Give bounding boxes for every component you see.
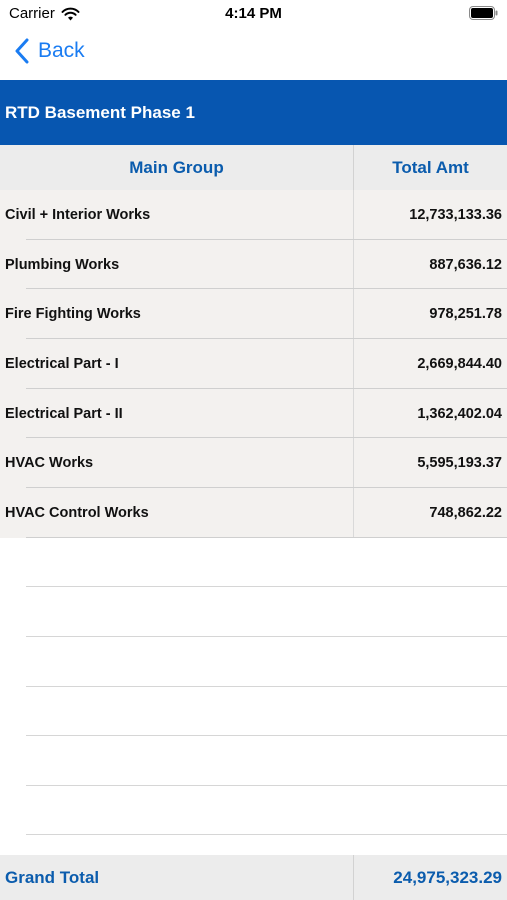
- main-group-cell: Electrical Part - I: [0, 339, 354, 389]
- total-amount-cell: 887,636.12: [429, 256, 502, 273]
- main-group-cell: Civil + Interior Works: [0, 190, 354, 240]
- status-bar: Carrier 4:14 PM: [0, 0, 507, 28]
- table-row[interactable]: Fire Fighting Works 978,251.78: [0, 289, 507, 340]
- main-group-cell: HVAC Control Works: [0, 488, 354, 538]
- row-separator: [26, 636, 507, 637]
- total-amount-cell: 12,733,133.36: [409, 206, 502, 223]
- column-header-total-amt: Total Amt: [392, 157, 469, 177]
- table-row[interactable]: Civil + Interior Works 12,733,133.36: [0, 190, 507, 240]
- total-amount-cell: 978,251.78: [429, 306, 502, 323]
- navigation-bar: Back: [0, 28, 507, 80]
- table-row[interactable]: HVAC Control Works 748,862.22: [0, 488, 507, 538]
- back-button[interactable]: Back: [14, 38, 85, 64]
- table-header: Main Group Total Amt: [0, 145, 507, 190]
- table-body: Civil + Interior Works 12,733,133.36 Plu…: [0, 190, 507, 538]
- chevron-left-icon: [15, 38, 29, 64]
- table-row[interactable]: Electrical Part - II 1,362,402.04: [0, 388, 507, 439]
- status-time: 4:14 PM: [225, 5, 282, 22]
- grand-total-footer: Grand Total 24,975,323.29: [0, 855, 507, 900]
- main-group-cell: HVAC Works: [0, 438, 354, 489]
- row-separator: [26, 586, 507, 587]
- grand-total-label: Grand Total: [0, 855, 354, 900]
- table-row[interactable]: Electrical Part - I 2,669,844.40: [0, 339, 507, 389]
- table-row[interactable]: Plumbing Works 887,636.12: [0, 239, 507, 290]
- main-group-cell: Electrical Part - II: [0, 388, 354, 439]
- row-separator: [26, 785, 507, 786]
- row-separator: [26, 834, 507, 835]
- total-amount-cell: 2,669,844.40: [417, 355, 502, 372]
- page-title: RTD Basement Phase 1: [0, 80, 507, 145]
- main-group-cell: Fire Fighting Works: [0, 289, 354, 340]
- back-label: Back: [38, 39, 85, 62]
- table-row[interactable]: HVAC Works 5,595,193.37: [0, 438, 507, 489]
- main-group-cell: Plumbing Works: [0, 239, 354, 290]
- grand-total-amount: 24,975,323.29: [393, 867, 502, 887]
- row-separator: [26, 686, 507, 687]
- row-separator: [26, 735, 507, 736]
- empty-table-area: [0, 537, 507, 855]
- column-header-main-group: Main Group: [0, 145, 354, 190]
- total-amount-cell: 748,862.22: [429, 504, 502, 521]
- total-amount-cell: 1,362,402.04: [417, 405, 502, 422]
- battery-icon: [469, 6, 498, 20]
- total-amount-cell: 5,595,193.37: [417, 455, 502, 472]
